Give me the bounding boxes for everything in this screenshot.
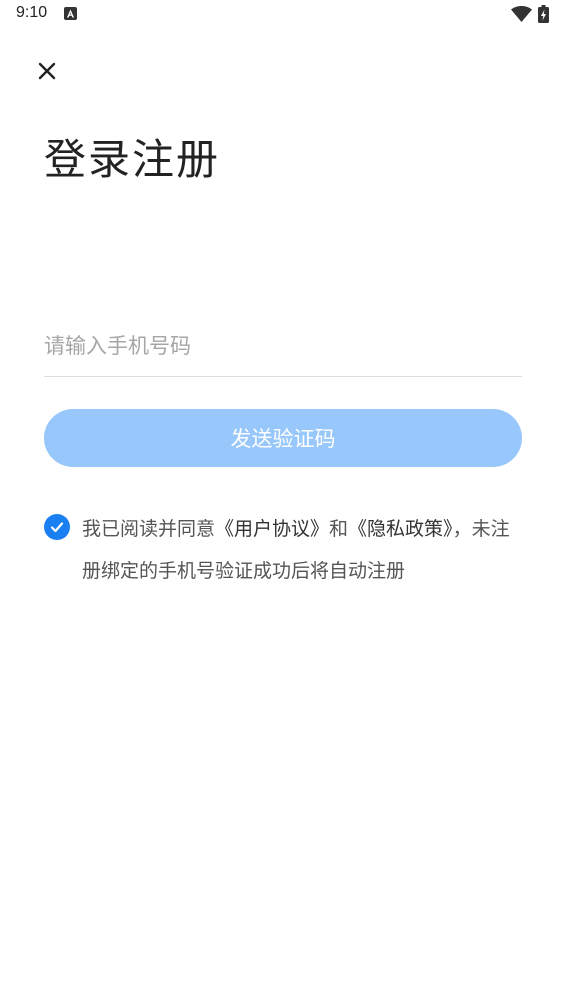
status-bar: 9:10 — [0, 0, 566, 30]
privacy-policy-link[interactable]: 《隐私政策》 — [348, 518, 453, 540]
agreement-prefix: 我已阅读并同意 — [82, 518, 216, 540]
agreement-text: 我已阅读并同意《用户协议》和《隐私政策》，未注册绑定的手机号验证成功后将自动注册 — [82, 508, 528, 592]
agreement-conjunction: 和 — [329, 518, 349, 540]
close-icon — [38, 62, 56, 80]
page-title: 登录注册 — [44, 135, 221, 184]
checkmark-icon — [50, 522, 64, 533]
send-verification-code-button[interactable]: 发送验证码 — [44, 409, 522, 467]
agreement-checkbox[interactable] — [44, 514, 70, 540]
status-time: 9:10 — [16, 4, 48, 21]
phone-number-input[interactable] — [44, 316, 522, 377]
close-button[interactable] — [30, 54, 64, 88]
wifi-icon — [511, 6, 532, 22]
user-agreement-link[interactable]: 《用户协议》 — [215, 518, 329, 540]
a-letter-icon — [64, 7, 77, 20]
login-screen: 9:10 登录注册 发送验证码 我已阅读并同意《用户协议》和《隐私政策》，未注册… — [0, 0, 566, 1006]
battery-charging-icon — [538, 5, 549, 23]
